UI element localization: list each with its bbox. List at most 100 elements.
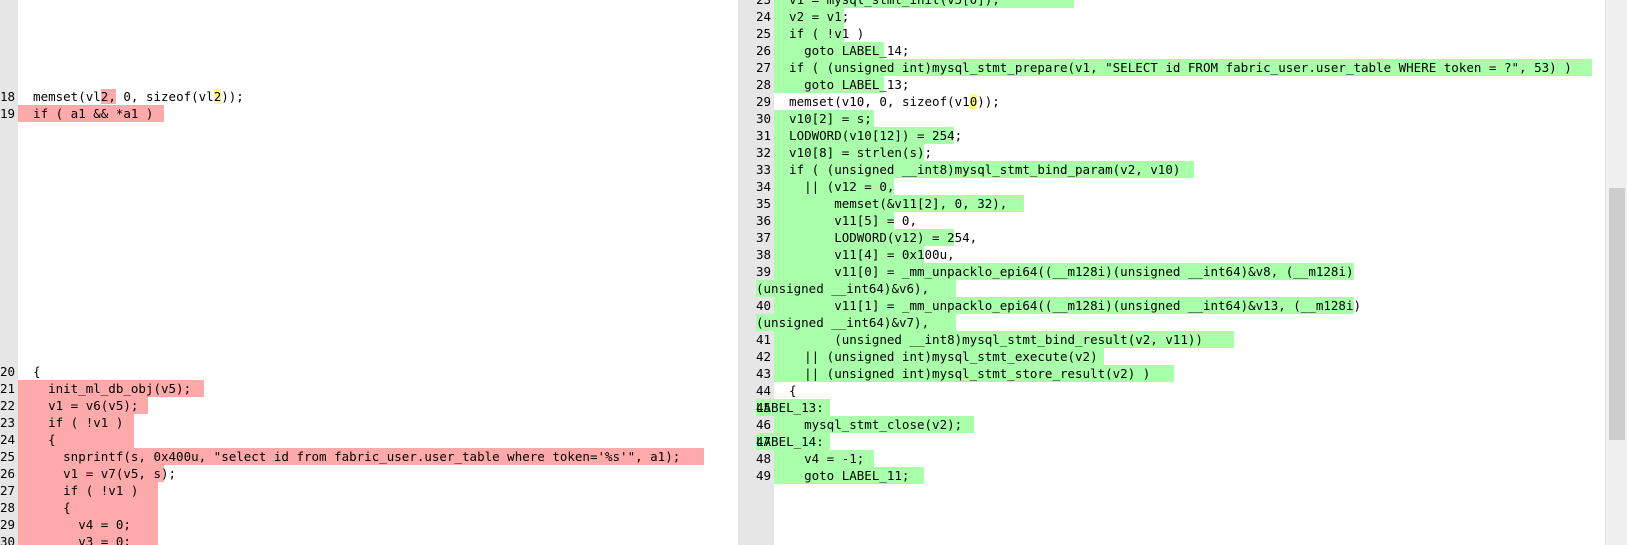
right-line-code: mysql_stmt_close(v2); [774,417,963,432]
left-line-number: 28 [0,500,16,515]
pane-divider[interactable] [738,0,756,545]
left-line-number: 23 [0,415,16,430]
right-code-line: 28 goto LABEL_13; [756,76,1605,93]
right-line-number: 32 [756,145,772,160]
right-line-number: 24 [756,9,772,24]
right-code-line: 31 LODWORD(v10[12]) = 254; [756,127,1605,144]
right-code-line: 34 || (v12 = 0, [756,178,1605,195]
left-code-segment: 0, sizeof(vl [115,89,214,104]
right-code-line: 24 v2 = v1; [756,8,1605,25]
left-code-line: 24 { [0,431,738,448]
right-code-line: 37 LODWORD(v12) = 254, [756,229,1605,246]
right-line-code: (unsigned __int64)&v7), [756,315,930,330]
left-line-code: v4 = 0; [18,517,131,532]
right-line-code: goto LABEL_13; [774,77,910,92]
right-code-line: 49 goto LABEL_11; [756,467,1605,484]
right-line-number: 31 [756,128,772,143]
right-line-code: if ( !v1 ) [774,26,865,41]
right-line-number: 49 [756,468,772,483]
left-line-number: 19 [0,106,16,121]
right-code-line: 36 v11[5] = 0, [756,212,1605,229]
right-line-code: memset(v10, 0, sizeof(v10)); [774,93,1000,110]
left-line-number: 24 [0,432,16,447]
right-line-code: goto LABEL_11; [774,468,910,483]
right-line-code: if ( (unsigned __int8)mysql_stmt_bind_pa… [774,162,1181,177]
right-code-line: 46 mysql_stmt_close(v2); [756,416,1605,433]
right-line-number: 40 [756,298,772,313]
left-code-line: 28 { [0,499,738,516]
right-line-code: (unsigned __int8)mysql_stmt_bind_result(… [774,332,1203,347]
right-code-line: (unsigned __int64)&v7), [756,314,1605,331]
left-code-line: 30 v3 = 0; [0,533,738,545]
left-code-segment: 2, [100,89,116,104]
right-code-line: 45 LABEL_13: [756,399,1605,416]
left-code-line: 29 v4 = 0; [0,516,738,533]
right-line-number: 36 [756,213,772,228]
right-line-code: v10[8] = strlen(s); [774,145,933,160]
right-line-number: 33 [756,162,772,177]
left-line-number: 26 [0,466,16,481]
right-code-segment: memset(v10, [774,94,872,109]
scrollbar-thumb[interactable] [1609,188,1625,440]
left-line-code: if ( !v1 ) [18,483,139,498]
right-line-code: || (unsigned int)mysql_stmt_store_result… [774,366,1151,381]
right-line-code: v11[1] = _mm_unpacklo_epi64((__m128i)(un… [774,298,1361,313]
left-line-code: v1 = v7(v5, s); [18,466,177,481]
left-code-segment: memset(vl [18,89,101,104]
left-line-number: 29 [0,517,16,532]
right-line-number: 30 [756,111,772,126]
left-line-number: 22 [0,398,16,413]
right-line-code: v11[5] = 0, [774,213,917,228]
right-line-number: 23 [756,0,771,8]
right-code-line: 48 v4 = -1; [756,450,1605,467]
left-code-line: 19 if ( a1 && *a1 ) [0,105,738,122]
right-line-code: LODWORD(v10[12]) = 254; [774,128,963,143]
left-line-number: 18 [0,89,16,104]
right-line-number: 29 [756,94,772,109]
right-line-code: LODWORD(v12) = 254, [774,230,978,245]
right-code-line: (unsigned __int64)&v6), [756,280,1605,297]
right-line-number: 26 [756,43,772,58]
right-code-line: 29 memset(v10, 0, sizeof(v10)); [756,93,1605,110]
right-code-line: 40 v11[1] = _mm_unpacklo_epi64((__m128i)… [756,297,1605,314]
right-line-code: LABEL_13: [756,400,824,415]
right-code-segment: sizeof(v1 [894,94,970,109]
right-code-line: 42 || (unsigned int)mysql_stmt_execute(v… [756,348,1605,365]
right-line-code: v11[0] = _mm_unpacklo_epi64((__m128i)(un… [774,264,1354,279]
left-code-line: 26 v1 = v7(v5, s); [0,465,738,482]
right-line-code: v4 = -1; [774,451,865,466]
left-line-code: { [18,364,41,379]
right-code-line: 26 goto LABEL_14; [756,42,1605,59]
right-code-line: 43 || (unsigned int)mysql_stmt_store_res… [756,365,1605,382]
right-line-code: memset(&v11[2], 0, 32), [774,196,1008,211]
right-code-line: 41 (unsigned __int8)mysql_stmt_bind_resu… [756,331,1605,348]
left-line-code: { [18,432,56,447]
left-code-line: 22 v1 = v6(v5); [0,397,738,414]
right-line-number: 41 [756,332,772,347]
right-line-code: || (v12 = 0, [774,179,895,194]
right-diff-pane[interactable]: 23 v1 = mysql_stmt_init(v5[0]);24 v2 = v… [756,0,1605,545]
right-line-code: LABEL_14: [756,434,824,449]
left-code-line: 27 if ( !v1 ) [0,482,738,499]
left-line-code: v3 = 0; [18,534,131,545]
right-line-number: 39 [756,264,772,279]
left-line-code: v1 = v6(v5); [18,398,139,413]
left-line-number: 25 [0,449,16,464]
right-line-code: if ( (unsigned int)mysql_stmt_prepare(v1… [774,60,1572,75]
left-line-code: init_ml_db_obj(v5); [18,381,192,396]
right-line-number: 42 [756,349,772,364]
left-diff-pane[interactable]: 18 memset(vl2, 0, sizeof(vl2)); 19 if ( a… [0,0,738,545]
right-line-number: 44 [756,383,772,398]
right-line-number: 25 [756,26,772,41]
right-line-code: v10[2] = s; [774,111,872,126]
right-code-line: 39 v11[0] = _mm_unpacklo_epi64((__m128i)… [756,263,1605,280]
right-code-line: 38 v11[4] = 0x100u, [756,246,1605,263]
left-line-code: if ( a1 && *a1 ) [18,106,154,121]
right-code-line: 33 if ( (unsigned __int8)mysql_stmt_bind… [756,161,1605,178]
vertical-scrollbar[interactable] [1605,0,1627,545]
right-line-code: goto LABEL_14; [774,43,910,58]
right-code-line: 27 if ( (unsigned int)mysql_stmt_prepare… [756,59,1605,76]
left-line-code: memset(vl2, 0, sizeof(vl2)); [18,88,244,105]
right-line-number: 38 [756,247,772,262]
left-code-segment: )); [221,89,244,104]
